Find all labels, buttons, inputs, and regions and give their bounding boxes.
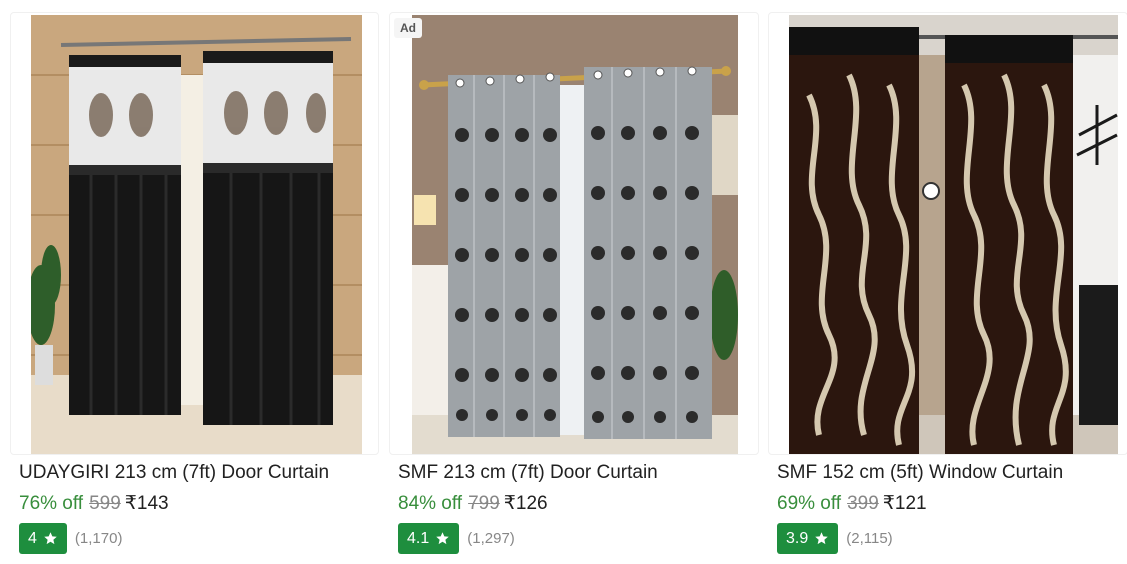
product-image[interactable] <box>31 15 362 455</box>
ad-badge: Ad <box>394 18 422 38</box>
price-row: 69% off 399 ₹121 <box>777 492 927 515</box>
product-card[interactable]: UDAYGIRI 213 cm (7ft) Door Curtain 76% o… <box>10 0 379 564</box>
rating-count: (1,297) <box>467 530 515 547</box>
selling-price: ₹126 <box>503 493 548 514</box>
rating-row: 4.1 (1,297) <box>398 523 515 554</box>
rating-badge: 3.9 <box>777 523 839 554</box>
original-price: 399 <box>847 493 879 514</box>
product-title[interactable]: SMF 213 cm (7ft) Door Curtain <box>398 462 658 484</box>
selling-price: ₹143 <box>124 493 169 514</box>
product-image[interactable] <box>412 15 738 455</box>
rating-value: 4 <box>28 529 37 547</box>
original-price: 799 <box>468 493 500 514</box>
price-row: 76% off 599 ₹143 <box>19 492 169 515</box>
price-row: 84% off 799 ₹126 <box>398 492 548 515</box>
product-image-frame[interactable] <box>10 12 379 455</box>
discount-label: 76% off <box>19 493 84 514</box>
rating-badge: 4.1 <box>398 523 460 554</box>
star-icon <box>436 532 449 545</box>
rating-value: 4.1 <box>407 529 430 547</box>
product-card[interactable]: SMF 152 cm (5ft) Window Curtain 69% off 3… <box>768 0 1127 564</box>
rating-count: (2,115) <box>846 530 893 547</box>
product-card[interactable]: Ad SMF 213 cm (7ft) Door Curtain 84% off… <box>389 0 759 564</box>
rating-badge: 4 <box>19 523 67 554</box>
product-image-frame[interactable] <box>768 12 1127 455</box>
discount-label: 69% off <box>777 493 842 514</box>
rating-row: 4 (1,170) <box>19 523 122 554</box>
product-image[interactable] <box>789 15 1118 455</box>
discount-label: 84% off <box>398 493 463 514</box>
product-image-frame[interactable]: Ad <box>389 12 759 455</box>
selling-price: ₹121 <box>882 493 927 514</box>
rating-row: 3.9 (2,115) <box>777 523 893 554</box>
original-price: 599 <box>89 493 121 514</box>
rating-value: 3.9 <box>786 529 809 547</box>
star-icon <box>815 532 828 545</box>
rating-count: (1,170) <box>74 530 123 547</box>
product-title[interactable]: UDAYGIRI 213 cm (7ft) Door Curtain <box>19 462 329 484</box>
product-title[interactable]: SMF 152 cm (5ft) Window Curtain <box>777 462 1063 484</box>
star-icon <box>44 532 57 545</box>
